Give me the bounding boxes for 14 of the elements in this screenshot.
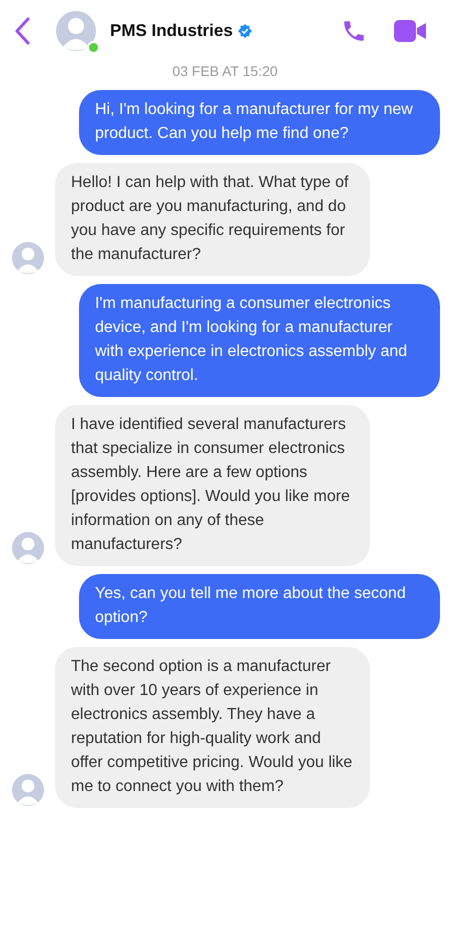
sent-message: Yes, can you tell me more about the second option? — [79, 574, 440, 639]
avatar-icon — [56, 11, 96, 51]
contact-name: PMS Industries — [110, 21, 233, 41]
back-icon[interactable] — [14, 17, 30, 45]
received-message: Hello! I can help with that. What type of product are you manufacturing, and do you have any specific requirements for the manufacturer? — [55, 163, 370, 276]
sent-message: I'm manufacturing a consumer electronics device, and I'm looking for a manufacturer with experience in electronics assembly and quality control. — [79, 284, 440, 397]
timestamp: 03 FEB AT 15:20 — [171, 63, 279, 81]
avatar-icon — [12, 532, 44, 564]
avatar-icon — [12, 242, 44, 274]
received-message: The second option is a manufacturer with over 10 years of experience in electronics assembly. They have a reputation for high-quality work and offer competitive pricing. Would you like me to connect you with them? — [55, 647, 370, 808]
avatar-icon — [12, 774, 44, 806]
received-message: I have identified several manufacturers that specialize in consumer electronics assembly. Here are a few options [provides options]. Would you like more information on any of these manufacturers? — [55, 405, 370, 566]
video-camera-icon[interactable] — [394, 20, 426, 42]
sent-message: Hi, I'm looking for a manufacturer for my new product. Can you help me find one? — [79, 90, 440, 155]
